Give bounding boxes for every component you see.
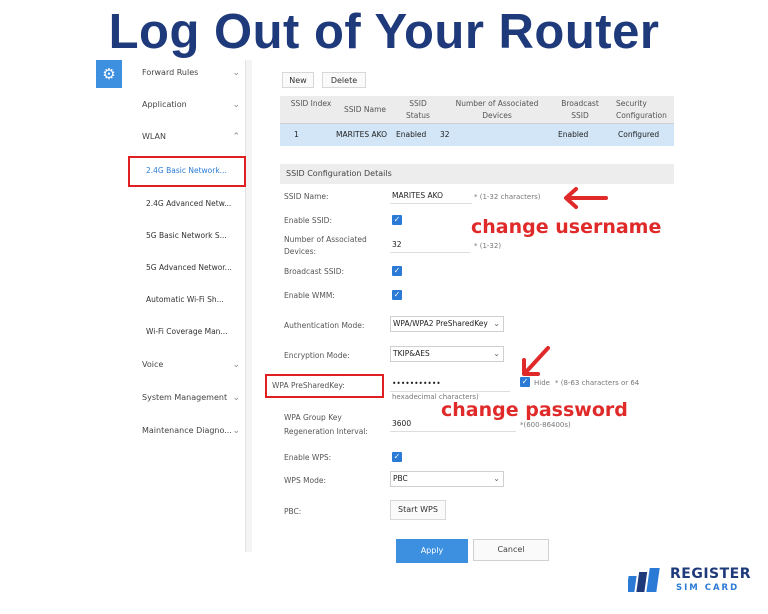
enable-ssid-checkbox[interactable]: ✓ xyxy=(392,215,402,225)
assoc-devices-hint: * (1-32) xyxy=(474,242,502,250)
sidebar-item-label: Forward Rules xyxy=(142,68,199,77)
encryption-mode-select[interactable]: TKIP&AES ⌄ xyxy=(390,346,504,362)
sidebar: ⚙ Forward Rules ⌄ Application ⌄ WLAN ⌃ 2… xyxy=(96,60,246,552)
chevron-down-icon: ⌄ xyxy=(493,474,500,483)
arrow-left-icon xyxy=(564,187,608,209)
enable-ssid-label: Enable SSID: xyxy=(284,216,332,225)
sidebar-item-label: Wi-Fi Coverage Man... xyxy=(146,327,228,336)
table-cell: Enabled xyxy=(558,130,589,139)
gear-icon[interactable]: ⚙ xyxy=(96,60,122,88)
assoc-devices-label-1: Number of Associated xyxy=(284,235,367,244)
table-cell: 32 xyxy=(440,130,450,139)
sidebar-item-maintenance[interactable]: Maintenance Diagno... ⌄ xyxy=(122,418,246,444)
sidebar-item-application[interactable]: Application ⌄ xyxy=(122,92,246,118)
highlight-box-basic-network xyxy=(128,156,246,187)
enable-wmm-label: Enable WMM: xyxy=(284,291,335,300)
ssid-name-label: SSID Name: xyxy=(284,192,329,201)
column-header: SSID Status xyxy=(406,99,430,120)
wps-mode-label: WPS Mode: xyxy=(284,476,327,485)
ssid-name-field[interactable]: MARITES AKO xyxy=(390,188,472,204)
sidebar-item-label: Application xyxy=(142,100,187,109)
chevron-up-icon: ⌃ xyxy=(232,132,240,142)
column-header: Security Configuration xyxy=(616,99,667,120)
column-header: SSID Name xyxy=(343,105,387,114)
column-header: Number of Associated Devices xyxy=(455,99,539,120)
wps-mode-value: PBC xyxy=(393,474,408,483)
table-cell: Enabled xyxy=(396,130,427,139)
page-title: Log Out of Your Router xyxy=(108,5,660,59)
sidebar-item-wifi-coverage[interactable]: Wi-Fi Coverage Man... xyxy=(122,319,246,345)
chevron-down-icon: ⌄ xyxy=(232,393,240,403)
highlight-box-presharedkey xyxy=(265,374,384,398)
sidebar-item-label: Automatic Wi-Fi Sh... xyxy=(146,295,224,304)
logo-line2: SIM CARD xyxy=(676,583,740,593)
sidebar-item-label: WLAN xyxy=(142,132,167,141)
start-wps-button[interactable]: Start WPS xyxy=(390,500,446,520)
enable-wps-checkbox[interactable]: ✓ xyxy=(392,452,402,462)
main-panel: New Delete SSID Index SSID Name SSID Sta… xyxy=(252,60,674,552)
ssid-name-hint: * (1-32 characters) xyxy=(474,193,541,201)
sidebar-item-label: System Management xyxy=(142,393,228,402)
wpa-presharedkey-field[interactable]: ••••••••••• xyxy=(390,376,510,392)
encryption-mode-value: TKIP&AES xyxy=(393,349,430,358)
sidebar-item-label: 5G Advanced Networ... xyxy=(146,263,232,272)
delete-button[interactable]: Delete xyxy=(322,72,366,88)
assoc-devices-label-2: Devices: xyxy=(284,247,317,256)
change-username-annotation: change username xyxy=(471,216,662,238)
chevron-down-icon: ⌄ xyxy=(232,100,240,110)
pbc-label: PBC: xyxy=(284,507,302,516)
sidebar-item-wlan[interactable]: WLAN ⌃ xyxy=(122,124,246,150)
sidebar-item-5g-basic-network[interactable]: 5G Basic Network S... xyxy=(122,223,246,249)
sidebar-item-voice[interactable]: Voice ⌄ xyxy=(122,352,246,378)
sidebar-item-label: Maintenance Diagno... xyxy=(142,426,232,435)
broadcast-ssid-label: Broadcast SSID: xyxy=(284,267,344,276)
ssid-table-header: SSID Index SSID Name SSID Status Number … xyxy=(280,96,674,124)
wps-mode-select[interactable]: PBC ⌄ xyxy=(390,471,504,487)
sim-card-logo-icon xyxy=(628,568,660,592)
sidebar-item-forward-rules[interactable]: Forward Rules ⌄ xyxy=(122,60,246,86)
logo-line1: REGISTER xyxy=(670,566,752,582)
encryption-mode-label: Encryption Mode: xyxy=(284,351,350,360)
auth-mode-select[interactable]: WPA/WPA2 PreSharedKey ⌄ xyxy=(390,316,504,332)
arrow-down-left-icon xyxy=(522,346,550,376)
group-key-label-2: Regeneration Interval: xyxy=(284,427,368,436)
chevron-down-icon: ⌄ xyxy=(232,426,240,436)
sidebar-item-label: 5G Basic Network S... xyxy=(146,231,227,240)
column-header: Broadcast SSID xyxy=(561,99,599,120)
router-admin-screenshot: ⚙ Forward Rules ⌄ Application ⌄ WLAN ⌃ 2… xyxy=(96,60,674,552)
chevron-down-icon: ⌄ xyxy=(232,68,240,78)
auth-mode-label: Authentication Mode: xyxy=(284,321,365,330)
sidebar-item-5g-advanced-network[interactable]: 5G Advanced Networ... xyxy=(122,255,246,281)
table-cell: 1 xyxy=(294,130,299,139)
group-key-label-1: WPA Group Key xyxy=(284,413,342,422)
auth-mode-value: WPA/WPA2 PreSharedKey xyxy=(393,319,488,328)
new-button[interactable]: New xyxy=(282,72,314,88)
enable-wmm-checkbox[interactable]: ✓ xyxy=(392,290,402,300)
enable-wps-label: Enable WPS: xyxy=(284,453,332,462)
chevron-down-icon: ⌄ xyxy=(493,319,500,328)
broadcast-ssid-checkbox[interactable]: ✓ xyxy=(392,266,402,276)
sidebar-item-24g-advanced-network[interactable]: 2.4G Advanced Netw... xyxy=(122,191,246,217)
column-header: SSID Index xyxy=(290,99,332,108)
sidebar-item-label: 2.4G Advanced Netw... xyxy=(146,199,232,208)
sidebar-item-label: Voice xyxy=(142,360,164,369)
wpa-hint-1: * (8-63 characters or 64 xyxy=(555,379,640,387)
group-key-hint: *(600-86400s) xyxy=(520,421,571,429)
cancel-button[interactable]: Cancel xyxy=(473,539,549,561)
section-title: SSID Configuration Details xyxy=(280,164,674,184)
table-row[interactable]: 1 MARITES AKO Enabled 32 Enabled Configu… xyxy=(280,124,674,146)
change-password-annotation: change password xyxy=(441,399,628,421)
table-cell: MARITES AKO xyxy=(336,130,388,139)
assoc-devices-field[interactable]: 32 xyxy=(390,237,470,253)
apply-button[interactable]: Apply xyxy=(396,539,468,563)
sidebar-item-automatic-wifi[interactable]: Automatic Wi-Fi Sh... xyxy=(122,287,246,313)
chevron-down-icon: ⌄ xyxy=(493,349,500,358)
sidebar-item-system-management[interactable]: System Management ⌄ xyxy=(122,385,246,411)
chevron-down-icon: ⌄ xyxy=(232,360,240,370)
table-cell: Configured xyxy=(618,130,660,139)
